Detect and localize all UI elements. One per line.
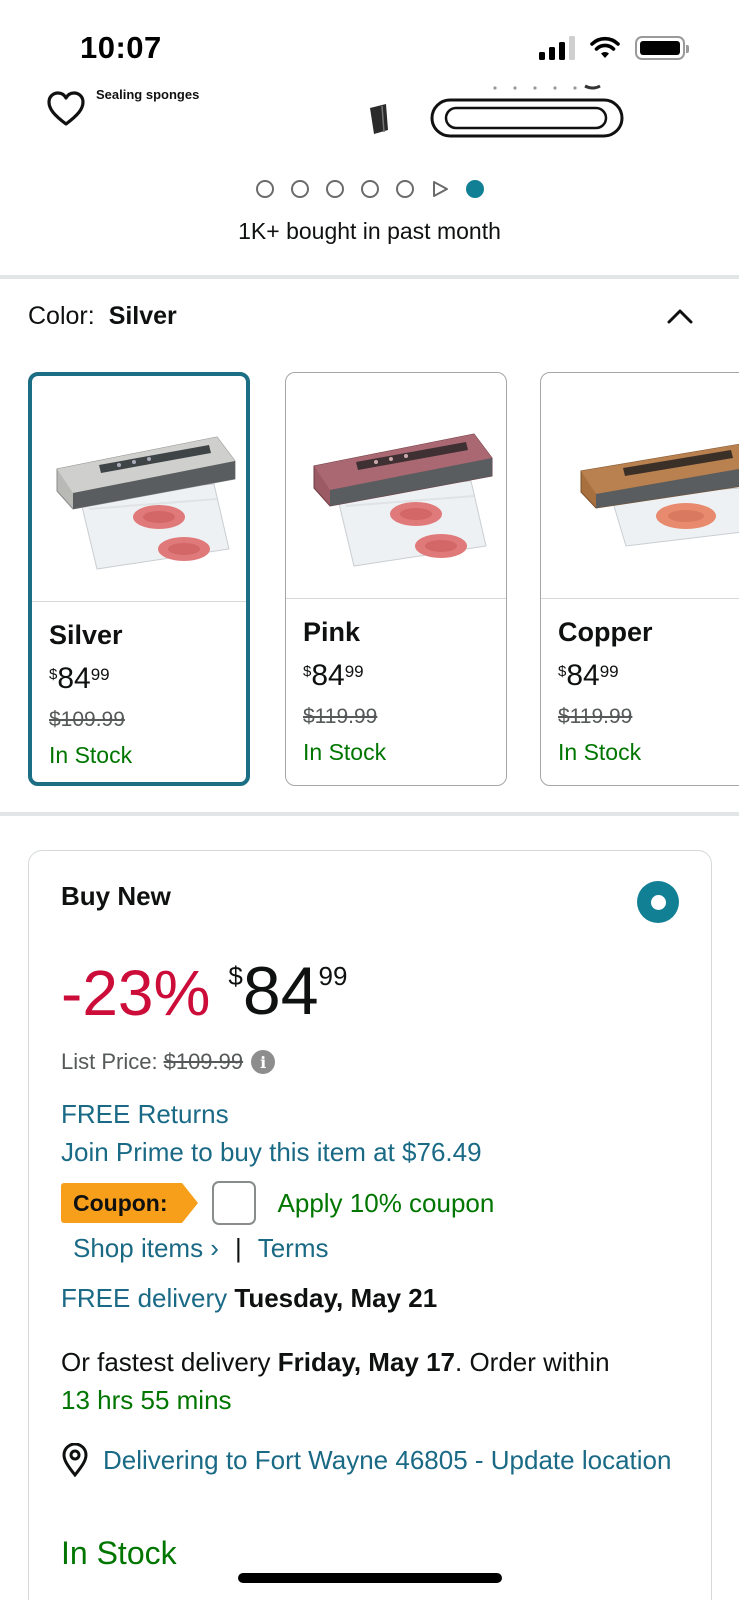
vacuum-sealer-silver-image <box>56 435 236 570</box>
free-delivery-date: Tuesday, May 21 <box>234 1283 438 1313</box>
swatch-price: $8499 <box>303 659 364 692</box>
bought-in-past-month: 1K+ bought in past month <box>238 218 501 244</box>
color-swatch-list[interactable]: Silver $8499 $109.99 In Stock Pink $8499… <box>28 372 739 786</box>
status-time: 10:07 <box>80 30 162 65</box>
location-pin-icon <box>62 1443 88 1477</box>
swatch-image <box>541 373 739 599</box>
list-price-row: List Price: $109.99 i <box>61 1049 276 1075</box>
availability-status: In Stock <box>61 1535 177 1571</box>
delivery-location-link[interactable]: Delivering to Fort Wayne 46805 - Update … <box>103 1441 671 1479</box>
coupon-badge: Coupon: <box>61 1183 197 1223</box>
pagination-dot[interactable] <box>395 180 414 198</box>
color-swatch-copper[interactable]: Copper $8499 $119.99 In Stock <box>540 372 739 786</box>
swatch-list-price: $109.99 <box>49 708 125 731</box>
color-swatch-pink[interactable]: Pink $8499 $119.99 In Stock <box>285 372 507 786</box>
section-divider <box>0 812 739 816</box>
order-within-countdown: 13 hrs 55 mins <box>61 1385 232 1415</box>
price-row: -23% $84 99 <box>61 951 347 1025</box>
video-play-icon[interactable] <box>431 180 449 198</box>
color-label: Color: <box>28 302 95 330</box>
pagination-dot[interactable] <box>325 180 344 198</box>
heart-icon[interactable] <box>46 90 86 128</box>
cellular-signal-icon <box>539 36 575 60</box>
apply-coupon-checkbox[interactable] <box>211 1181 256 1225</box>
swatch-name: Silver <box>49 620 123 650</box>
product-image-gallery[interactable]: Sealing sponges <box>0 78 739 178</box>
fastest-delivery-suffix: . Order within <box>455 1347 610 1377</box>
swatch-stock-status: In Stock <box>303 739 387 765</box>
fastest-delivery-prefix: Or fastest delivery <box>61 1347 271 1377</box>
section-divider <box>0 275 739 279</box>
swatch-name: Copper <box>558 617 653 647</box>
terms-link[interactable]: Terms <box>258 1233 329 1264</box>
delivery-location-row[interactable]: Delivering to Fort Wayne 46805 - Update … <box>61 1441 701 1479</box>
color-swatch-silver[interactable]: Silver $8499 $109.99 In Stock <box>28 372 250 786</box>
buy-new-title: Buy New <box>61 881 171 911</box>
pagination-dot[interactable] <box>255 180 274 198</box>
pagination-dot[interactable] <box>360 180 379 198</box>
list-price-label: List Price: <box>61 1049 158 1074</box>
buy-new-radio[interactable] <box>637 881 679 923</box>
swatch-list-price: $119.99 <box>558 705 633 728</box>
chevron-up-icon[interactable] <box>666 306 694 326</box>
swatch-image <box>286 373 506 599</box>
vacuum-sealer-copper-image <box>580 443 739 547</box>
info-icon[interactable]: i <box>251 1050 276 1074</box>
swatch-image <box>32 376 246 602</box>
shop-items-link[interactable]: Shop items › <box>73 1233 219 1264</box>
image-caption: Sealing sponges <box>96 87 200 102</box>
product-image-fragment <box>370 84 624 138</box>
join-prime-link[interactable]: Join Prime to buy this item at $76.49 <box>61 1137 482 1168</box>
fastest-delivery-row: Or fastest delivery Friday, May 17. Orde… <box>61 1343 701 1419</box>
coupon-links: Shop items › | Terms <box>73 1233 329 1264</box>
wifi-icon <box>590 36 620 58</box>
buy-new-box[interactable]: Buy New -23% $84 99 List Price: $109.99 i… <box>28 850 712 1600</box>
link-separator: | <box>234 1233 242 1263</box>
status-bar: 10:07 <box>0 0 739 90</box>
list-price-value: $109.99 <box>163 1049 244 1074</box>
fastest-delivery-date: Friday, May 17 <box>277 1347 456 1377</box>
current-price: $84 99 <box>228 953 348 1029</box>
vacuum-sealer-pink-image <box>313 432 493 567</box>
swatch-price: $8499 <box>49 662 110 695</box>
pagination-dot[interactable] <box>290 180 309 198</box>
apply-coupon-label[interactable]: Apply 10% coupon <box>278 1188 495 1219</box>
color-selector-header[interactable]: Color: Silver <box>28 302 708 331</box>
home-indicator[interactable] <box>238 1573 502 1583</box>
pagination-dot-active[interactable] <box>465 180 484 198</box>
swatch-list-price: $119.99 <box>303 705 378 728</box>
discount-percentage: -23% <box>61 957 211 1029</box>
selected-color-value: Silver <box>108 302 177 330</box>
status-icons <box>539 36 689 60</box>
swatch-name: Pink <box>303 617 361 647</box>
gallery-pagination[interactable] <box>0 180 739 198</box>
swatch-price: $8499 <box>558 659 619 692</box>
swatch-stock-status: In Stock <box>558 739 642 765</box>
swatch-stock-status: In Stock <box>49 742 133 768</box>
coupon-row: Coupon: Apply 10% coupon <box>61 1181 494 1225</box>
battery-icon <box>635 36 689 60</box>
free-returns-link[interactable]: FREE Returns <box>61 1099 229 1130</box>
free-delivery-row: FREE delivery Tuesday, May 21 <box>61 1283 437 1314</box>
free-delivery-link[interactable]: FREE delivery <box>61 1283 227 1313</box>
